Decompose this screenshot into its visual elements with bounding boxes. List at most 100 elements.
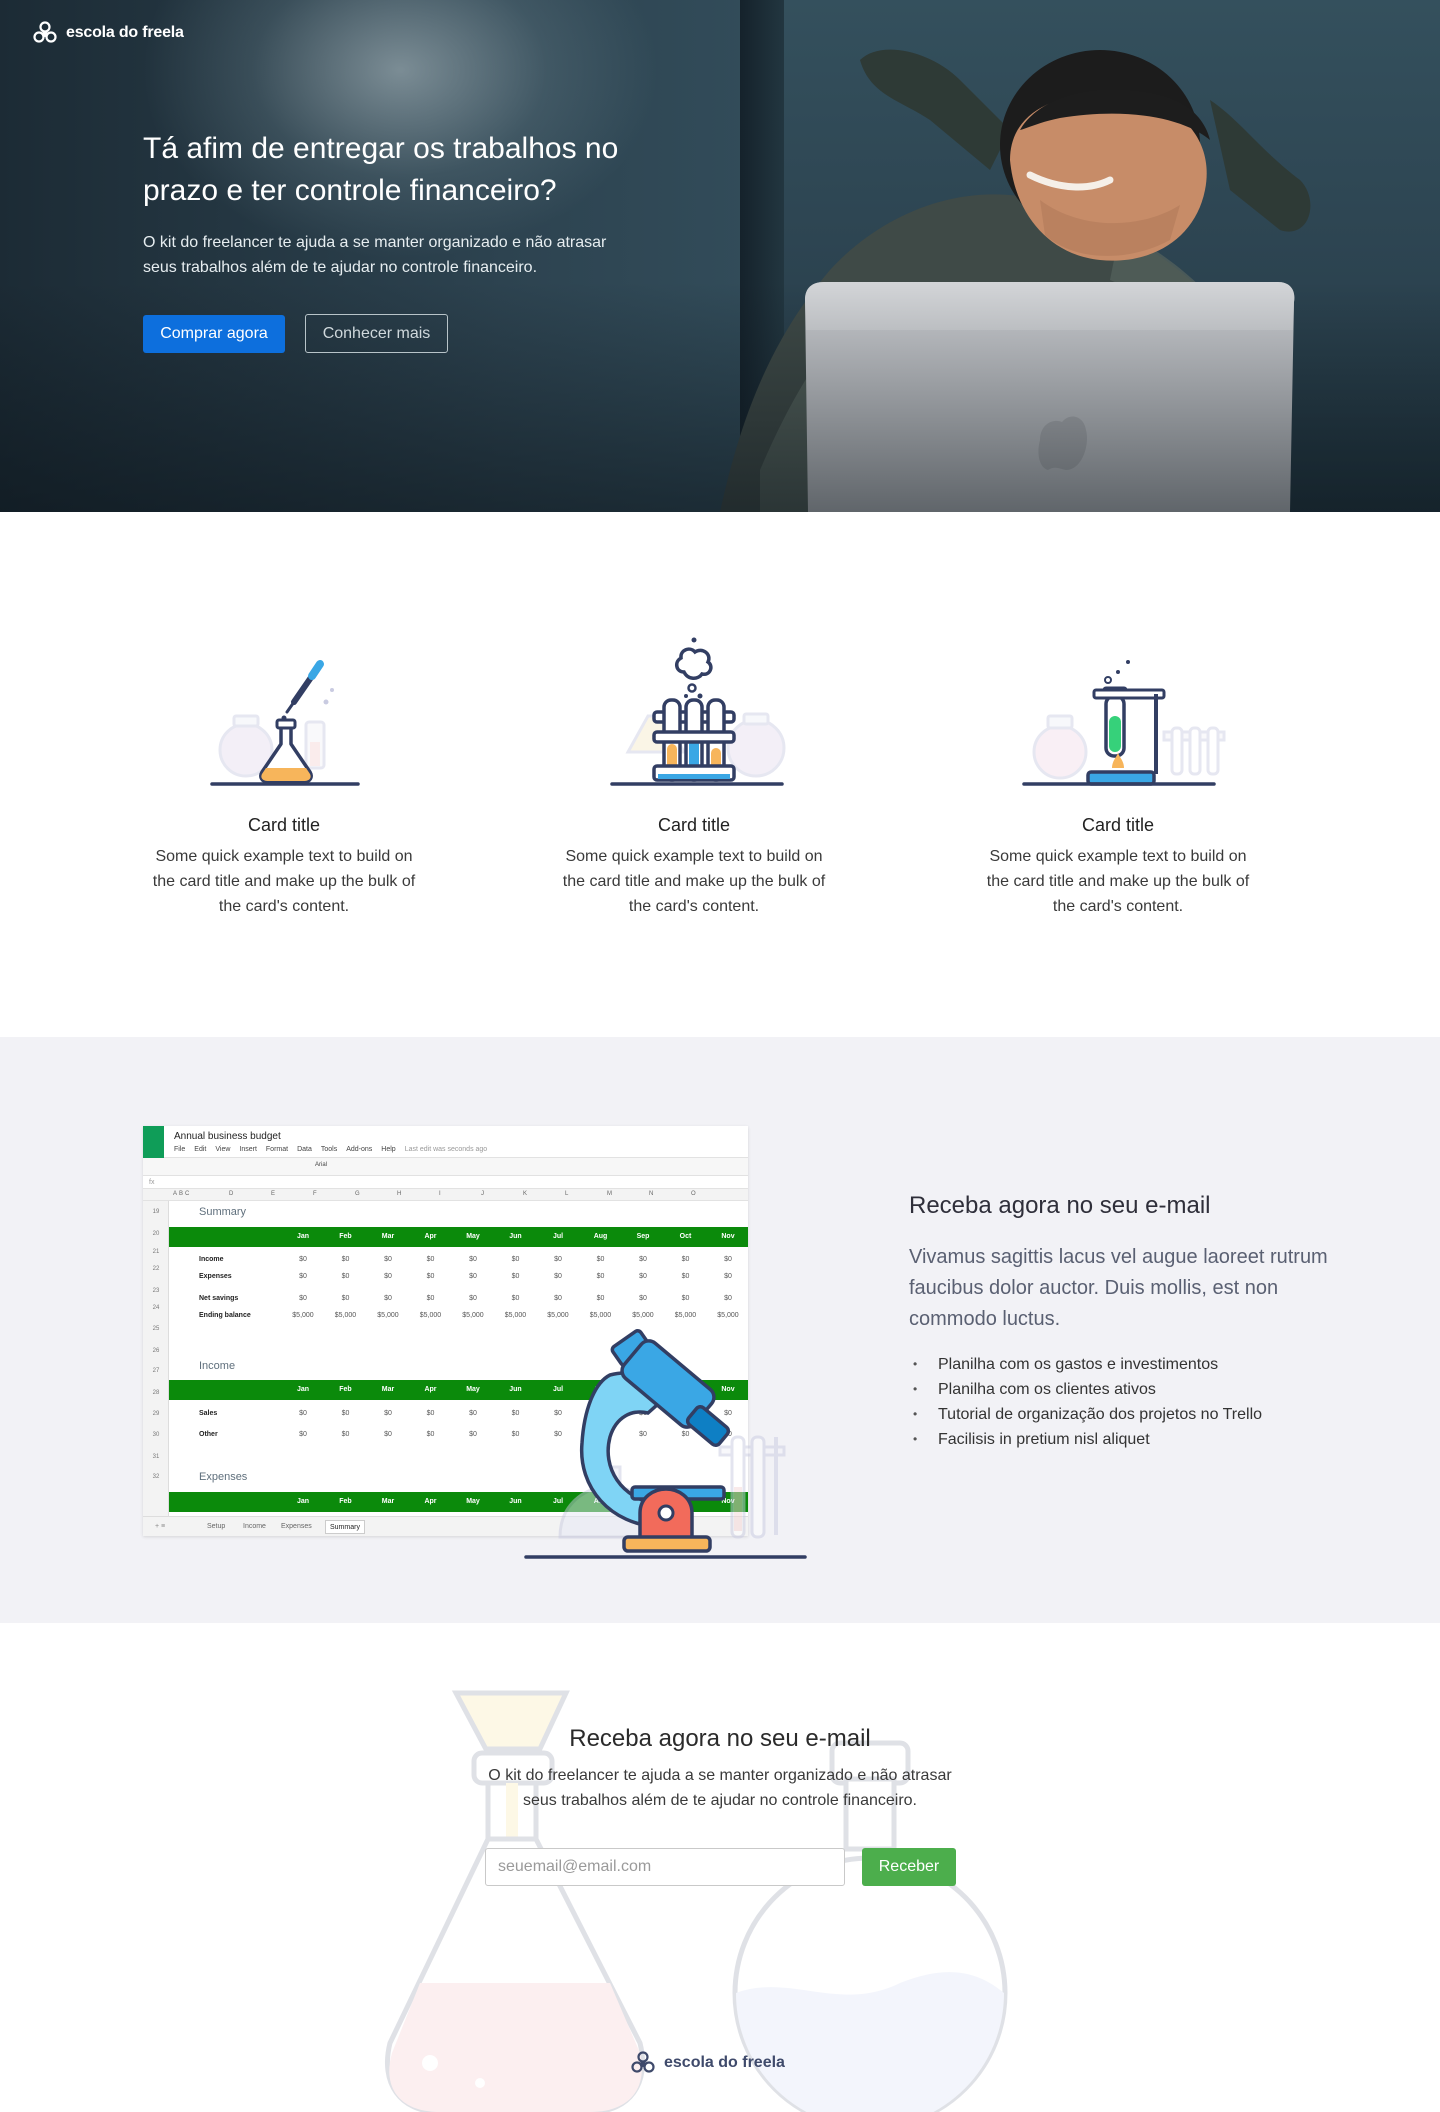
sheet-row-number: 21 <box>152 1249 160 1255</box>
sheet-column-headers: ABC D E F G H I J K L M N O <box>143 1189 748 1201</box>
sheet-row-label: Income <box>199 1256 224 1263</box>
sheet-section-title: Expenses <box>199 1471 248 1483</box>
sheet-row-number: 26 <box>152 1348 160 1354</box>
sheet-month-label: Jan <box>296 1498 310 1505</box>
sheet-row-label: Sales <box>199 1410 218 1417</box>
sheet-month-label: May <box>466 1386 480 1393</box>
sheet-column-letter: O <box>691 1191 696 1197</box>
sheet-column-letter: A <box>173 1191 178 1197</box>
sheet-month-label: Jun <box>509 1233 522 1240</box>
sheet-row-number: 30 <box>152 1432 160 1438</box>
sheet-cell: $0 <box>384 1273 392 1280</box>
sheet-month-label: May <box>466 1498 480 1505</box>
sheet-cell: $0 <box>426 1273 435 1280</box>
sheet-cell: $0 <box>639 1273 647 1280</box>
feature-card: Card title Some quick example text to bu… <box>134 632 434 919</box>
footer-brand[interactable]: escola do freela <box>630 2050 785 2076</box>
subscribe-description: O kit do freelancer te ajuda a se manter… <box>488 1767 952 1809</box>
test-tubes-icon <box>610 637 786 786</box>
sheet-cell: $0 <box>554 1273 562 1280</box>
microscope-icon <box>524 1329 807 1559</box>
card-title: Card title <box>1081 815 1155 835</box>
email-input[interactable] <box>485 1848 845 1886</box>
sheet-toolbar: Arial <box>143 1158 748 1176</box>
sheet-column-letter: B <box>179 1191 184 1197</box>
sheet-cell: $5,000 <box>504 1312 527 1319</box>
sheet-cell: $0 <box>341 1256 350 1263</box>
sheet-cell: $0 <box>341 1431 350 1438</box>
sheet-column-letter: C <box>185 1191 190 1197</box>
sheet-doc-title: Annual business budget <box>174 1131 281 1142</box>
sheet-column-letter: H <box>397 1191 402 1197</box>
sheet-cell: $0 <box>299 1431 307 1438</box>
sheet-month-label: Sep <box>636 1233 650 1240</box>
sheet-column-letter: J <box>481 1191 484 1197</box>
sheet-formula-bar: fx <box>143 1176 748 1189</box>
hero-section: escola do freela Tá afim de entregar os … <box>0 0 1440 512</box>
sheet-cell: $0 <box>596 1273 605 1280</box>
sheet-column-letter: M <box>607 1191 612 1197</box>
sheet-column-letter: D <box>229 1191 234 1197</box>
kit-contents-list: Planilha com os gastos e investimentos P… <box>909 1352 1262 1452</box>
sheet-row-label: Other <box>199 1431 218 1438</box>
sheet-cell: $0 <box>469 1295 477 1302</box>
sheet-column-letter: F <box>313 1191 317 1197</box>
sheet-column-letter: E <box>271 1191 276 1197</box>
sheet-cell: $0 <box>384 1431 392 1438</box>
card-title: Card title <box>247 815 321 835</box>
sheet-menu-item: Help <box>381 1146 396 1153</box>
sheet-cell: $0 <box>554 1295 562 1302</box>
receive-button[interactable]: Receber <box>862 1848 956 1886</box>
sheet-cell: $5,000 <box>632 1312 654 1319</box>
sheet-month-label: Apr <box>424 1386 437 1393</box>
email-section-heading: Receba agora no seu e-mail <box>909 1192 1211 1219</box>
sheet-cell: $0 <box>299 1410 307 1417</box>
sheets-icon <box>143 1126 164 1158</box>
sheet-cell: $0 <box>724 1256 732 1263</box>
sheet-menu-bar: File Edit View Insert Format Data Tools … <box>174 1146 487 1153</box>
feature-card: Card title Some quick example text to bu… <box>544 632 844 919</box>
footer-brand-name: escola do freela <box>664 2054 785 2071</box>
sheet-cell: $0 <box>426 1431 435 1438</box>
sheet-cell: $0 <box>341 1295 350 1302</box>
sheet-cell: $0 <box>426 1256 435 1263</box>
sheet-row-number: 32 <box>152 1474 160 1480</box>
sheet-month-label: Nov <box>721 1233 735 1240</box>
header-brand[interactable]: escola do freela <box>32 20 184 46</box>
subscribe-heading: Receba agora no seu e-mail <box>569 1725 871 1752</box>
hero-title: Tá afim de entregar os trabalhos no praz… <box>143 132 619 207</box>
sheet-cell: $0 <box>511 1273 520 1280</box>
sheet-month-label: Aug <box>593 1233 608 1240</box>
list-item: Planilha com os gastos e investimentos <box>909 1352 1262 1377</box>
network-logo-icon <box>631 2051 655 2073</box>
learn-more-button[interactable]: Conhecer mais <box>305 314 448 353</box>
sheet-month-label: Jul <box>552 1233 564 1240</box>
sheet-cell: $5,000 <box>589 1312 612 1319</box>
buy-now-button[interactable]: Comprar agora <box>143 315 285 353</box>
sheet-row-number: 20 <box>152 1231 160 1237</box>
sheet-month-label: Mar <box>381 1386 395 1393</box>
sheet-last-edit: Last edit was seconds ago <box>404 1146 488 1153</box>
sheet-row-number: 27 <box>152 1368 160 1374</box>
sheet-cell: $0 <box>384 1410 392 1417</box>
sheet-row-number: 28 <box>152 1390 160 1396</box>
sheet-cell: $0 <box>681 1256 690 1263</box>
sheet-cell: $0 <box>554 1256 562 1263</box>
sheet-cell: $5,000 <box>334 1312 357 1319</box>
sheet-row-number: 23 <box>152 1288 160 1294</box>
sheet-tab-active: Summary <box>325 1520 365 1534</box>
sheet-cell: $0 <box>469 1256 477 1263</box>
sheet-cell: $5,000 <box>462 1312 484 1319</box>
sheet-cell: $0 <box>511 1295 520 1302</box>
list-item: Tutorial de organização dos projetos no … <box>909 1402 1262 1427</box>
sheet-column-letter: K <box>523 1191 528 1197</box>
card-text: Some quick example text to build on the … <box>986 848 1250 915</box>
sheet-column-letter: N <box>649 1191 654 1197</box>
sheet-month-label: Feb <box>339 1386 352 1393</box>
sheet-cell: $0 <box>384 1295 392 1302</box>
sheet-row-number: 25 <box>152 1326 160 1332</box>
sheet-tab: Setup <box>207 1523 226 1530</box>
sheet-cell: $5,000 <box>419 1312 442 1319</box>
sheet-menu-item: Add-ons <box>346 1146 373 1153</box>
sheet-column-letter: I <box>439 1191 441 1197</box>
